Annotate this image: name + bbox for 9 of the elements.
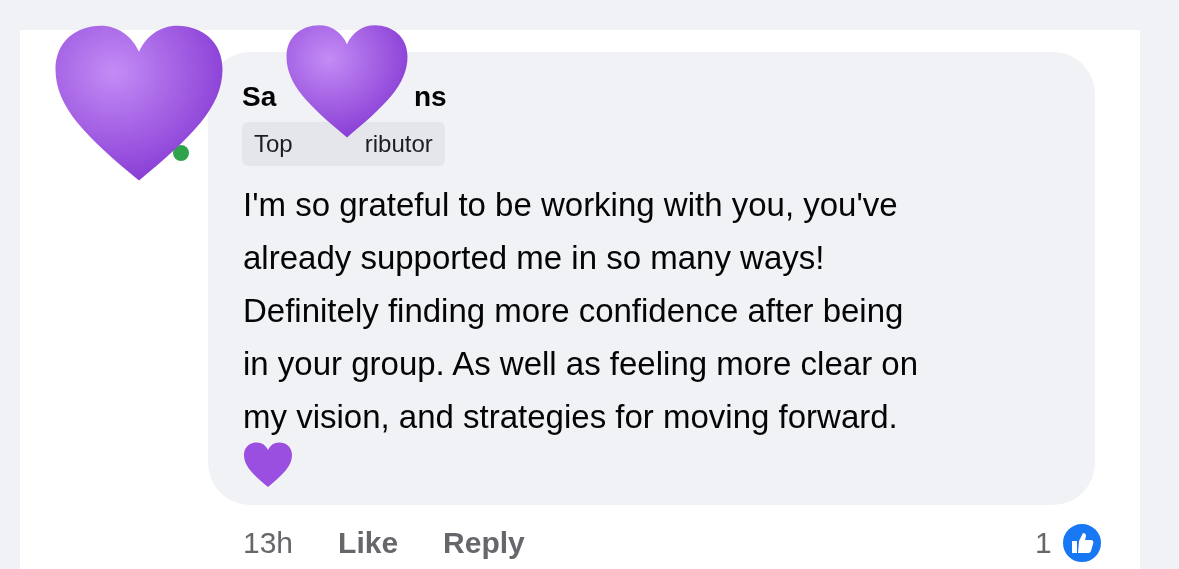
- author-name: Sa: [242, 80, 277, 114]
- reaction-count: 1: [1035, 525, 1052, 561]
- timestamp: 13h: [243, 525, 294, 561]
- contributor-badge: Top ributor: [242, 122, 445, 166]
- comment-action-link[interactable]: Like: [338, 520, 399, 565]
- heart-icon: [243, 442, 293, 488]
- author-name: ns: [414, 80, 447, 114]
- comment-action-link[interactable]: Reply: [443, 520, 525, 565]
- comment-text: I'm so grateful to be working with you, you've already supported me in so many ways! Definitely finding more confidence after being in your group. As well as feeling more clear on my vision, and strategies for moving forward.: [243, 185, 919, 437]
